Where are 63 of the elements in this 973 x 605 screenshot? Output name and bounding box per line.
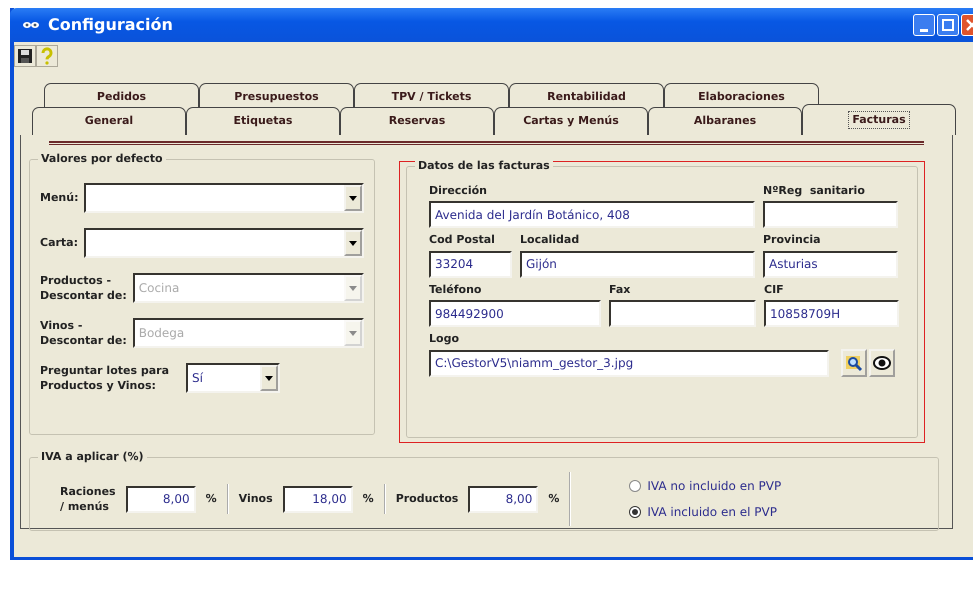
search-button[interactable] <box>841 348 867 377</box>
rate-label: Raciones / menús <box>60 484 116 514</box>
rate-field[interactable]: 18,00 <box>282 486 353 512</box>
unit-label: % <box>362 491 374 507</box>
field-label: Localidad <box>520 232 580 248</box>
group-title: IVA a aplicar (%) <box>38 449 147 466</box>
caret-icon <box>349 330 357 336</box>
field-label: Carta: <box>40 235 78 251</box>
tab[interactable]: Cartas y Menús <box>494 107 648 135</box>
text-field[interactable]: 33204 <box>429 250 512 278</box>
caret-icon <box>349 196 357 200</box>
field-label: Teléfono <box>429 282 482 298</box>
maximize-icon <box>942 19 954 31</box>
tab[interactable]: General <box>32 107 186 135</box>
window-title: Configuración <box>48 14 173 36</box>
text-field[interactable]: 10858709H <box>764 300 899 328</box>
eye-icon <box>873 354 891 371</box>
rate-field[interactable]: 8,00 <box>468 486 538 512</box>
search-icon <box>845 354 863 372</box>
radio-button[interactable] <box>629 480 642 492</box>
option-label: IVA no incluido en PVP <box>647 478 782 495</box>
rate-label: Vinos <box>238 491 273 507</box>
caret-icon <box>349 240 357 246</box>
minimize-button[interactable] <box>913 14 935 36</box>
field-label: CIF <box>764 282 785 298</box>
dropdown[interactable] <box>84 183 364 213</box>
field-label: Menú: <box>40 190 78 206</box>
tab[interactable]: Reservas <box>340 107 494 135</box>
text-field[interactable]: Asturias <box>763 250 898 278</box>
field-label: Logo <box>429 331 460 347</box>
field-label: Productos - Descontar de: <box>40 272 127 304</box>
text-field[interactable]: 984492900 <box>429 300 601 328</box>
text-field[interactable]: C:\GestorV5\niamm_gestor_3.jpg <box>429 350 829 377</box>
text-field[interactable]: Avenida del Jardín Botánico, 408 <box>429 201 755 228</box>
option-label: IVA incluido en el PVP <box>647 504 777 521</box>
unit-label: % <box>206 491 217 507</box>
rate-field[interactable]: 8,00 <box>126 486 196 512</box>
dropdown[interactable] <box>84 228 364 258</box>
field-label: NºReg sanitario <box>763 183 866 198</box>
text-field[interactable]: Gijón <box>520 250 755 278</box>
maximize-button[interactable] <box>937 14 959 36</box>
field-label: Provincia <box>763 232 822 248</box>
view-button[interactable] <box>869 348 895 377</box>
dropdown[interactable]: Sí <box>186 363 280 393</box>
field-label: Fax <box>609 282 632 298</box>
caret-icon <box>349 286 357 290</box>
tab[interactable]: Albaranes <box>648 107 802 135</box>
minimize-icon <box>920 28 928 32</box>
text-field[interactable] <box>763 201 898 228</box>
field-label: Dirección <box>429 183 488 198</box>
field-label: Preguntar lotes para Productos y Vinos: <box>40 362 170 394</box>
group-title: Valores por defecto <box>38 151 166 168</box>
field-label: Cod Postal <box>429 232 496 248</box>
save-button[interactable] <box>14 45 36 67</box>
caret-icon <box>265 376 273 380</box>
unit-label: % <box>548 491 560 507</box>
tab[interactable]: Etiquetas <box>186 107 340 135</box>
text-field[interactable] <box>609 300 756 328</box>
rate-label: Productos <box>396 491 458 507</box>
tab[interactable]: Facturas <box>802 104 956 135</box>
app-icon <box>22 19 40 31</box>
radio-button[interactable] <box>629 506 642 518</box>
field-label: Vinos - Descontar de: <box>40 318 127 348</box>
